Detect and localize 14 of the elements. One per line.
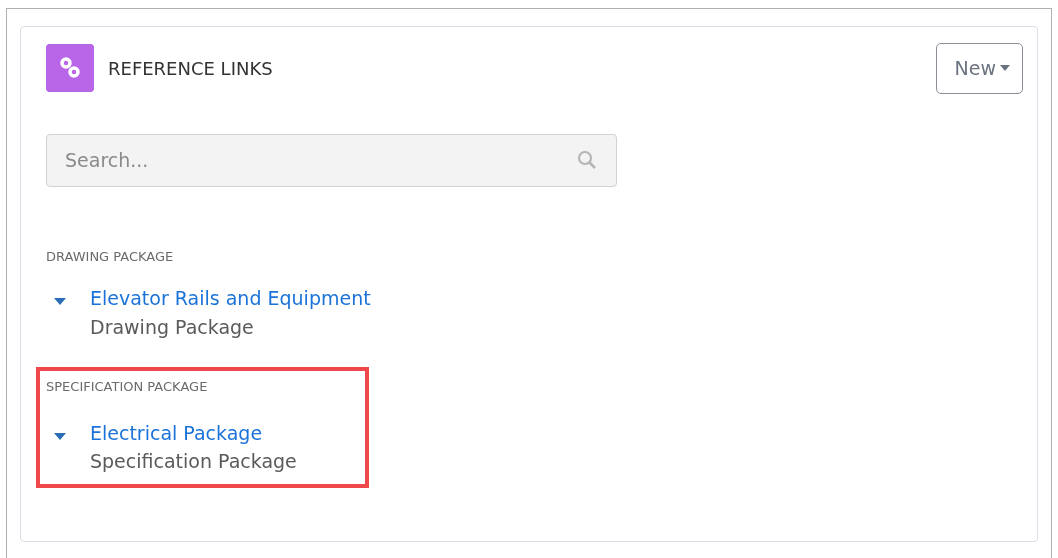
- caret-icon[interactable]: [54, 432, 66, 440]
- caret-icon[interactable]: [54, 298, 66, 305]
- link-icon: [46, 44, 94, 93]
- record-type: Drawing Package: [90, 314, 255, 340]
- caret-icon: [1000, 65, 1010, 72]
- search-icon: [577, 149, 597, 170]
- card-title: REFERENCE LINKS: [108, 56, 273, 81]
- new-button[interactable]: New: [935, 43, 1023, 94]
- record-link[interactable]: Electrical Package: [90, 418, 263, 447]
- section-label: DRAWING PACKAGE: [46, 247, 175, 266]
- record-type: Specification Package: [90, 449, 297, 474]
- search-field[interactable]: Search...: [46, 133, 617, 187]
- section-label: SPECIFICATION PACKAGE: [46, 378, 209, 396]
- record-link[interactable]: Elevator Rails and Equipment: [90, 284, 371, 313]
